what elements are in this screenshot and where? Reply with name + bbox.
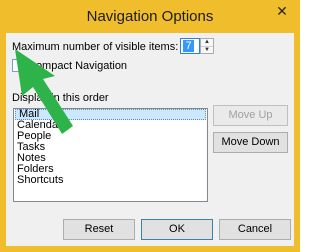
max-items-input[interactable]: 7 xyxy=(180,38,200,54)
close-button[interactable]: ✕ xyxy=(273,2,291,20)
max-items-stepper[interactable]: 7 ▲ ▼ xyxy=(180,38,214,54)
move-down-button[interactable]: Move Down xyxy=(213,132,288,153)
move-up-button[interactable]: Move Up xyxy=(213,105,288,126)
pointer-arrow-icon xyxy=(15,49,73,134)
ok-button[interactable]: OK xyxy=(141,219,213,240)
cancel-button[interactable]: Cancel xyxy=(219,219,291,240)
list-item[interactable]: Shortcuts xyxy=(14,175,207,186)
reset-button[interactable]: Reset xyxy=(63,219,135,240)
stepper-down-icon[interactable]: ▼ xyxy=(201,46,213,54)
close-icon: ✕ xyxy=(276,3,288,19)
dialog-title: Navigation Options xyxy=(86,8,214,25)
navigation-options-dialog: Navigation Options ✕ Maximum number of v… xyxy=(0,0,300,252)
stepper-up-icon[interactable]: ▲ xyxy=(201,39,213,46)
stepper-buttons[interactable]: ▲ ▼ xyxy=(200,38,214,54)
